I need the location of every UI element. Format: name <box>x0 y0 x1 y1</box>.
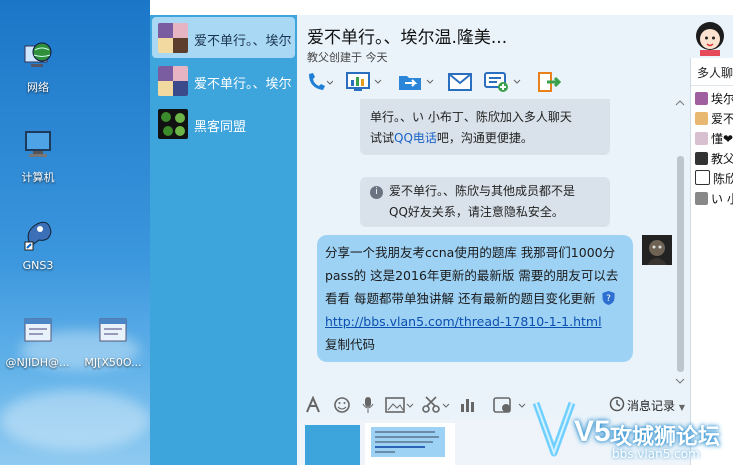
hacker-group-avatar-icon <box>158 109 188 139</box>
chat-name: 黑客同盟 <box>194 120 247 135</box>
chat-title: 爱不单行。、埃尔温.隆美... <box>307 28 508 48</box>
window-shortcut-icon <box>99 318 127 342</box>
chat-list-item[interactable]: 黑客同盟 <box>152 103 295 144</box>
image-icon[interactable] <box>385 396 415 414</box>
group-avatar-icon <box>158 66 188 96</box>
poll-chart-icon[interactable] <box>459 396 477 414</box>
more-tools-icon[interactable] <box>493 396 529 414</box>
bubble-text: 分享一个我朋友考ccna使用的题库 我那哥们1000分pass的 这是2016年… <box>325 245 619 306</box>
chat-bubble[interactable]: 分享一个我朋友考ccna使用的题库 我那哥们1000分pass的 这是2016年… <box>317 235 633 362</box>
system-message-line: QQ好友关系，请注意隐私安全。 <box>389 205 564 219</box>
system-message-text: 爱不单行。、陈欣与其他成员都不是 <box>389 184 576 198</box>
chat-toolbar <box>297 65 690 99</box>
member-avatar <box>695 92 708 105</box>
member-name: 教父 <box>711 152 733 166</box>
system-message-line: 试试QQ电话吧，沟通更便捷。 <box>370 128 600 149</box>
svg-text:?: ? <box>607 294 612 304</box>
desktop-icon-computer[interactable]: 计算机 <box>3 128 73 185</box>
system-message-text: 吧，沟通更便捷。 <box>436 131 533 145</box>
cloud <box>0 390 150 450</box>
desktop-icon-label: GNS3 <box>22 259 54 272</box>
member-item[interactable]: 爱不 <box>695 110 733 127</box>
gns3-icon <box>24 221 52 251</box>
pasted-screenshot-preview <box>305 423 455 465</box>
member-avatar <box>695 152 708 165</box>
member-panel-title: 多人聊 <box>697 66 733 80</box>
info-icon: i <box>370 186 383 199</box>
member-name: 埃尔 <box>711 92 733 106</box>
member-item[interactable]: 懂❤ <box>695 130 733 147</box>
message-area[interactable]: 单行。、い 小布丁、陈欣加入多人聊天 试试QQ电话吧，沟通更便捷。 i 爱不单行。… <box>297 99 690 389</box>
system-message-join: 单行。、い 小布丁、陈欣加入多人聊天 试试QQ电话吧，沟通更便捷。 <box>360 99 610 155</box>
phone-call-button[interactable] <box>305 71 333 93</box>
watermark-logo-text: V5 <box>574 415 611 448</box>
font-icon[interactable] <box>305 396 321 414</box>
desktop-background: 网络 计算机 GNS3 @NJIDH@... MJ[X50O... <box>0 0 150 465</box>
chat-name: 爱不单行。、埃尔 <box>194 77 292 92</box>
copy-code-label[interactable]: 复制代码 <box>325 333 625 356</box>
scrollbar-graphic <box>675 100 685 384</box>
network-globe-icon <box>24 42 52 67</box>
member-item[interactable]: い 小 <box>695 190 733 207</box>
chat-list: 爱不单行。、埃尔 爱不单行。、埃尔 黑客同盟 <box>150 15 297 465</box>
member-avatar <box>695 192 708 205</box>
desktop-icon-label: 计算机 <box>21 171 55 184</box>
member-name: い 小 <box>711 192 733 206</box>
desktop-icon-label: 网络 <box>27 81 49 94</box>
right-panel-header-area <box>690 15 733 58</box>
message-scrollbar[interactable] <box>674 99 686 389</box>
member-name: 懂❤ <box>711 132 733 146</box>
desktop-icon-label: MJ[X50O... <box>84 356 142 369</box>
desktop-icon-shortcut-1[interactable]: @NJIDH@... <box>0 315 75 369</box>
system-message-text: 试试 <box>370 131 395 145</box>
desktop-icon-network[interactable]: 网络 <box>3 38 73 95</box>
member-avatar <box>695 132 708 145</box>
add-app-button[interactable] <box>483 71 525 93</box>
system-message-line: i 爱不单行。、陈欣与其他成员都不是 <box>370 181 600 202</box>
member-name: 爱不 <box>711 112 733 126</box>
group-avatar-icon <box>158 23 188 53</box>
bubble-link[interactable]: http://bbs.vlan5.com/thread-17810-1-1.ht… <box>325 310 625 333</box>
chat-name: 爱不单行。、埃尔 <box>194 34 292 49</box>
qq-call-link[interactable]: QQ电话 <box>394 131 437 145</box>
member-item[interactable]: 陈欣 <box>695 170 733 187</box>
cartoon-user-avatar-icon[interactable] <box>694 18 726 56</box>
chat-subtitle: 教父创建于 今天 <box>307 51 388 64</box>
system-message-privacy: i 爱不单行。、陈欣与其他成员都不是 QQ好友关系，请注意隐私安全。 <box>360 177 610 227</box>
chat-list-item[interactable]: 爱不单行。、埃尔 <box>152 17 295 58</box>
system-message-line: 单行。、い 小布丁、陈欣加入多人聊天 <box>370 110 572 124</box>
mail-button[interactable] <box>447 71 473 93</box>
desktop-icon-gns3[interactable]: GNS3 <box>3 218 73 272</box>
desktop-icon-label: @NJIDH@... <box>5 356 70 369</box>
verified-shield-icon: ? <box>602 291 615 305</box>
send-file-button[interactable] <box>397 71 437 93</box>
chat-list-item[interactable]: 爱不单行。、埃尔 <box>152 60 295 101</box>
computer-icon <box>25 131 51 157</box>
exit-group-button[interactable] <box>537 71 563 93</box>
emoji-icon[interactable] <box>333 396 351 414</box>
screenshot-scissors-icon[interactable] <box>421 396 451 414</box>
desktop-icon-shortcut-2[interactable]: MJ[X50O... <box>76 315 150 369</box>
member-item[interactable]: 教父 <box>695 150 733 167</box>
divider <box>691 85 733 86</box>
screen-share-button[interactable] <box>345 71 387 93</box>
member-name: 陈欣 <box>713 172 733 186</box>
penguin-avatar-icon <box>695 170 710 185</box>
member-avatar <box>695 112 708 125</box>
member-item[interactable]: 埃尔 <box>695 90 733 107</box>
system-message-cut-line <box>370 99 600 107</box>
window-shortcut-icon <box>24 318 51 342</box>
microphone-icon[interactable] <box>361 396 375 414</box>
watermark-url: bbs.vlan5.com <box>612 447 700 461</box>
forum-watermark: V5 攻城狮论坛 bbs.vlan5.com <box>530 395 730 465</box>
sender-avatar[interactable] <box>642 235 672 265</box>
